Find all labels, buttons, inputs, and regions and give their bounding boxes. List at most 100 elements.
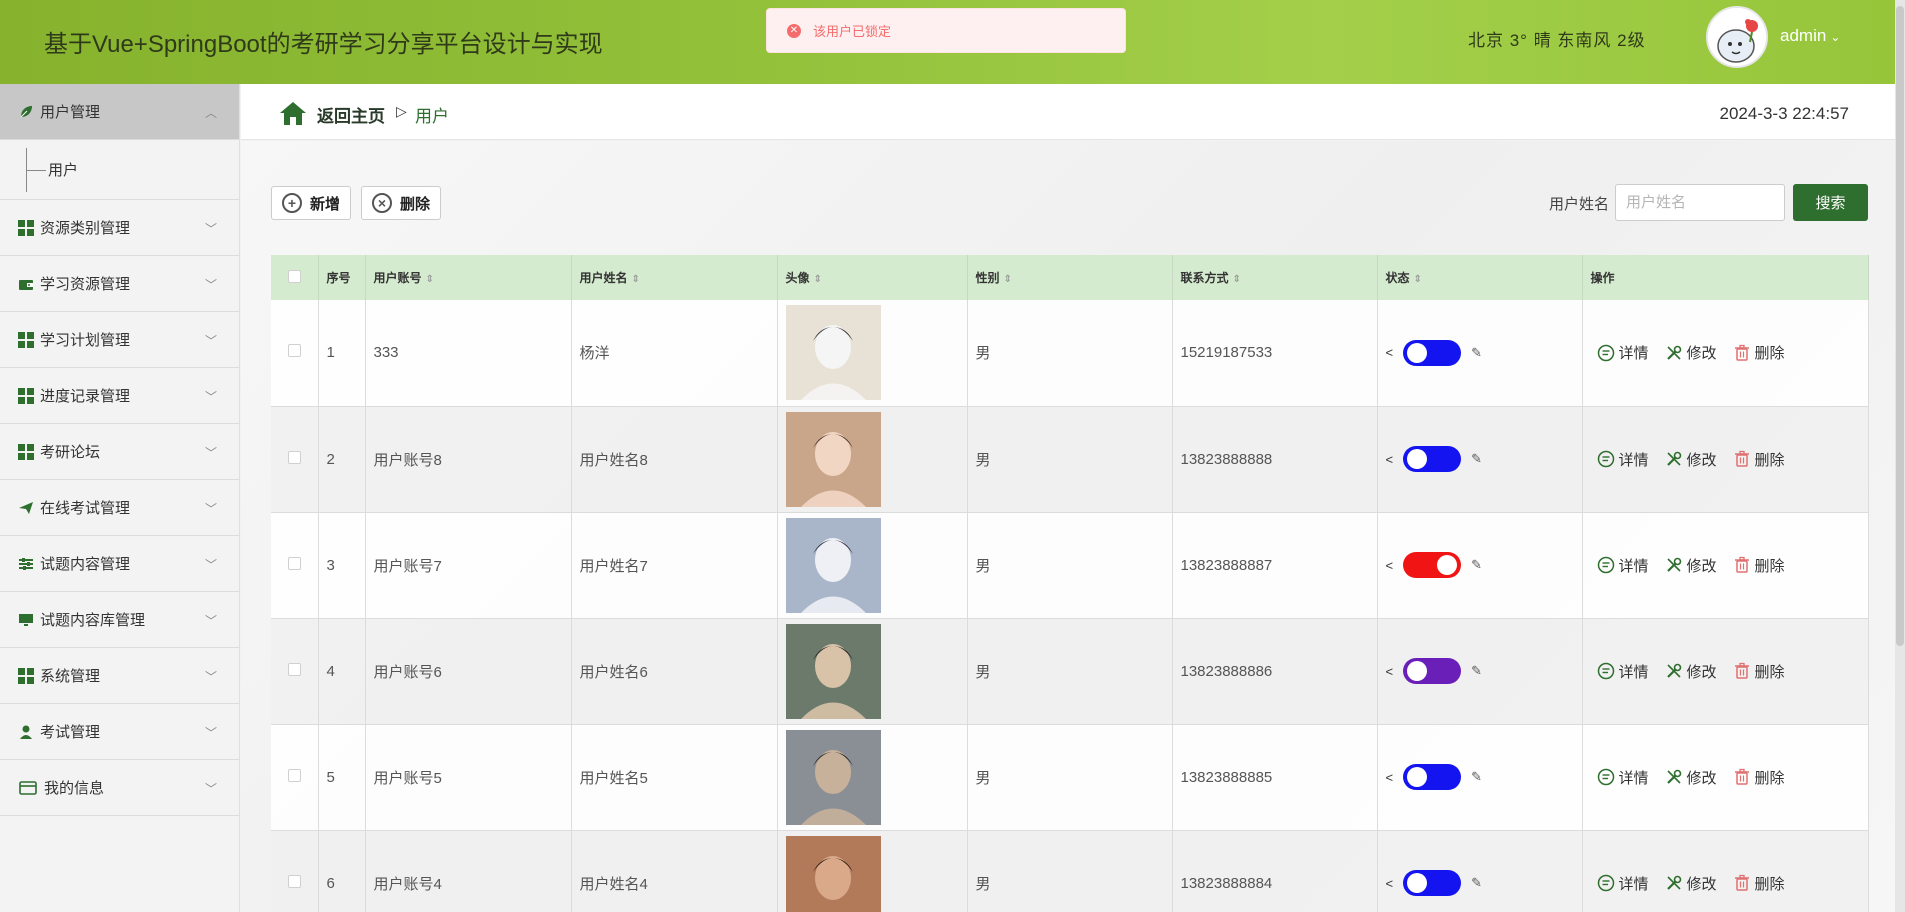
sort-icon[interactable]: ⇕ — [1233, 274, 1241, 285]
scrollbar-thumb[interactable] — [1896, 6, 1904, 646]
toggle-knob — [1407, 873, 1428, 893]
user-photo[interactable] — [785, 729, 881, 825]
column-header-name[interactable]: 用户姓名 ⇕ — [571, 255, 778, 300]
sidebar-item-learning-resources[interactable]: 学习资源管理 ﹀ — [0, 256, 239, 312]
status-toggle[interactable] — [1403, 870, 1462, 896]
edit-button[interactable]: 修改 — [1665, 661, 1717, 682]
delete-row-button[interactable]: 删除 — [1733, 767, 1785, 788]
cell-actions: 详情 修改 删除 — [1582, 300, 1869, 406]
column-header-phone[interactable]: 联系方式 ⇕ — [1172, 255, 1378, 300]
sidebar-item-system[interactable]: 系统管理 ﹀ — [0, 648, 239, 704]
delete-row-button[interactable]: 删除 — [1733, 342, 1785, 363]
edit-button[interactable]: 修改 — [1665, 449, 1717, 470]
edit-button[interactable]: 修改 — [1665, 873, 1717, 894]
detail-button[interactable]: 详情 — [1597, 449, 1649, 470]
pencil-icon: ✎ — [1471, 663, 1482, 678]
cell-name: 杨洋 — [571, 300, 778, 406]
column-header-actions: 操作 — [1582, 255, 1869, 300]
row-select-cell — [271, 830, 319, 912]
wallet-icon — [19, 279, 33, 290]
tools-icon — [1666, 451, 1681, 466]
status-toggle[interactable] — [1403, 658, 1462, 684]
add-button[interactable]: + 新增 — [271, 186, 352, 220]
sidebar-item-user-management[interactable]: 用户管理 ︿ — [0, 84, 239, 140]
delete-label: 删除 — [1754, 557, 1785, 575]
sidebar-item-study-plan[interactable]: 学习计划管理 ﹀ — [0, 312, 239, 368]
portrait-image — [785, 623, 881, 719]
column-header-status[interactable]: 状态 ⇕ — [1377, 255, 1583, 300]
row-checkbox[interactable] — [287, 344, 301, 358]
delete-row-button[interactable]: 删除 — [1733, 449, 1785, 470]
sort-icon[interactable]: ⇕ — [632, 274, 640, 285]
sort-icon[interactable]: ⇕ — [1414, 274, 1422, 285]
delete-row-button[interactable]: 删除 — [1733, 661, 1785, 682]
row-checkbox[interactable] — [287, 768, 301, 782]
page-scrollbar[interactable] — [1895, 0, 1905, 912]
pencil-icon: ✎ — [1471, 451, 1482, 466]
sliders-icon — [19, 557, 33, 570]
delete-row-button[interactable]: 删除 — [1733, 873, 1785, 894]
sidebar-item-my-info[interactable]: 我的信息 ﹀ — [0, 760, 239, 816]
select-all-checkbox[interactable] — [287, 269, 301, 283]
detail-icon — [1597, 662, 1614, 680]
user-photo[interactable] — [785, 517, 881, 613]
row-checkbox[interactable] — [287, 874, 301, 888]
sidebar-item-forum[interactable]: 考研论坛 ﹀ — [0, 424, 239, 480]
user-photo[interactable] — [785, 411, 881, 507]
edit-button[interactable]: 修改 — [1665, 342, 1717, 363]
sort-icon[interactable]: ⇕ — [426, 274, 434, 285]
user-photo[interactable] — [785, 835, 881, 912]
sidebar-item-progress-record[interactable]: 进度记录管理 ﹀ — [0, 368, 239, 424]
sidebar-item-question-bank[interactable]: 试题内容库管理 ﹀ — [0, 592, 239, 648]
trash-icon — [1734, 662, 1749, 679]
cell-no: 6 — [318, 830, 366, 912]
sidebar-subitem-user[interactable]: 用户 — [0, 140, 239, 200]
column-header-gender[interactable]: 性别 ⇕ — [967, 255, 1173, 300]
detail-button[interactable]: 详情 — [1597, 342, 1649, 363]
status-toggle[interactable] — [1403, 339, 1462, 366]
delete-row-button[interactable]: 删除 — [1733, 555, 1785, 576]
search-button[interactable]: 搜索 — [1793, 184, 1868, 221]
search-input[interactable] — [1615, 184, 1785, 221]
status-toggle[interactable] — [1403, 552, 1462, 578]
row-checkbox[interactable] — [287, 450, 301, 464]
edit-button[interactable]: 修改 — [1665, 555, 1717, 576]
detail-button[interactable]: 详情 — [1597, 661, 1649, 682]
detail-button[interactable]: 详情 — [1597, 555, 1649, 576]
search-label: 用户姓名 — [1549, 196, 1610, 213]
grid-icon — [18, 443, 34, 460]
column-header-avatar[interactable]: 头像 ⇕ — [777, 255, 968, 300]
send-icon — [19, 501, 33, 514]
user-menu[interactable]: admin ⌄ — [1780, 26, 1840, 46]
row-checkbox[interactable] — [287, 662, 301, 676]
user-photo[interactable] — [785, 623, 881, 719]
sidebar-item-resource-category[interactable]: 资源类别管理 ﹀ — [0, 200, 239, 256]
breadcrumb-home-link[interactable]: 返回主页 — [317, 102, 385, 127]
detail-button[interactable]: 详情 — [1597, 873, 1649, 894]
delete-button[interactable]: × 删除 — [361, 186, 442, 220]
row-checkbox[interactable] — [287, 556, 301, 570]
select-all-cell — [271, 255, 319, 300]
chevron-down-icon: ﹀ — [204, 222, 217, 236]
sort-icon[interactable]: ⇕ — [814, 274, 822, 285]
delete-label: 删除 — [1754, 451, 1785, 469]
avatar[interactable] — [1706, 6, 1768, 68]
status-toggle[interactable] — [1403, 764, 1462, 790]
detail-label: 详情 — [1618, 451, 1649, 469]
user-photo[interactable] — [785, 305, 881, 401]
sidebar-item-online-exam[interactable]: 在线考试管理 ﹀ — [0, 480, 239, 536]
edit-button[interactable]: 修改 — [1665, 767, 1717, 788]
toggle-knob — [1407, 342, 1428, 363]
sidebar-item-question-content[interactable]: 试题内容管理 ﹀ — [0, 536, 239, 592]
breadcrumb-separator: ▷ — [396, 103, 407, 119]
share-icon: < — [1385, 875, 1394, 891]
leaf-icon — [20, 105, 32, 117]
status-toggle[interactable] — [1403, 446, 1462, 472]
detail-button[interactable]: 详情 — [1597, 767, 1649, 788]
sort-icon[interactable]: ⇕ — [1004, 274, 1012, 285]
tools-icon — [1666, 345, 1681, 360]
column-header-account[interactable]: 用户账号 ⇕ — [365, 255, 572, 300]
home-icon[interactable] — [279, 100, 307, 126]
cell-status: < ✎ — [1377, 300, 1583, 406]
sidebar-item-exam[interactable]: 考试管理 ﹀ — [0, 704, 239, 760]
